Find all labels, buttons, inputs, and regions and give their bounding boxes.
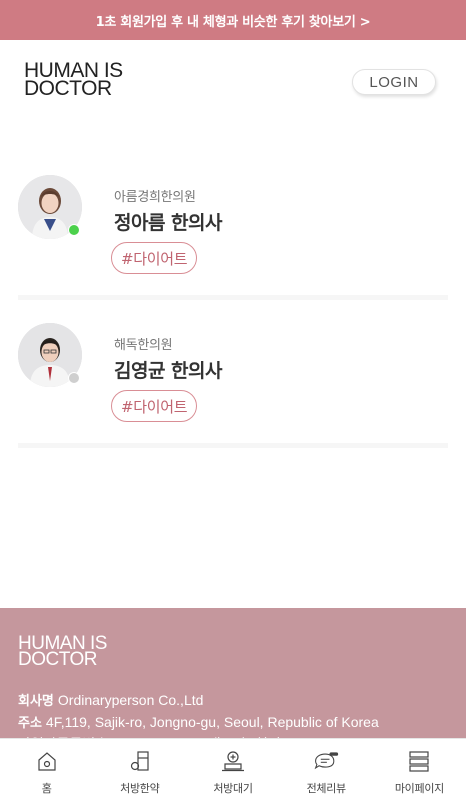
doctor-name: 김영균 한의사 [114,360,223,382]
clinic-name: 해독한의원 [114,338,173,353]
footer-logo: HUMAN IS DOCTOR [18,633,107,670]
doctor-card[interactable]: 아름경희한의원 정아름 한의사 #다이어트 [18,170,448,300]
bottom-navigation: 홈 처방한약 처방대기 전체리뷰 마이페이지 [0,738,466,803]
home-icon [34,748,60,774]
online-status-indicator [68,224,80,236]
nav-prescription-medicine[interactable]: 처방한약 [93,739,186,803]
prescription-medicine-icon [127,748,153,774]
header: HUMAN IS DOCTOR LOGIN [0,40,466,125]
nav-label: 처방대기 [213,782,253,795]
divider [18,443,448,448]
app-logo[interactable]: HUMAN IS DOCTOR [24,60,123,99]
address-info: 주소 4F,119, Sajik-ro, Jongno-gu, Seoul, Re… [18,714,379,731]
offline-status-indicator [68,372,80,384]
company-info: 회사명 Ordinaryperson Co.,Ltd [18,692,204,709]
nav-label: 홈 [41,782,52,795]
nav-label: 처방한약 [120,782,160,795]
prescription-waiting-icon [220,748,246,774]
specialty-tag[interactable]: #다이어트 [111,242,198,274]
login-button[interactable]: LOGIN [352,69,436,95]
specialty-tag[interactable]: #다이어트 [111,390,198,422]
divider [18,295,448,300]
doctor-card[interactable]: 해독한의원 김영균 한의사 #다이어트 [18,318,448,448]
doctor-name: 정아름 한의사 [114,212,223,234]
nav-label: 마이페이지 [394,782,444,795]
nav-home[interactable]: 홈 [0,739,93,803]
nav-my-page[interactable]: 마이페이지 [373,739,466,803]
nav-all-reviews[interactable]: 전체리뷰 [280,739,373,803]
promo-banner[interactable]: 1초 회원가입 후 내 체형과 비슷한 후기 찾아보기 > [0,0,466,40]
nav-prescription-waiting[interactable]: 처방대기 [186,739,279,803]
nav-label: 전체리뷰 [306,782,347,795]
clinic-name: 아름경희한의원 [114,190,196,205]
reviews-chat-icon [313,748,339,774]
menu-icon [406,748,432,774]
